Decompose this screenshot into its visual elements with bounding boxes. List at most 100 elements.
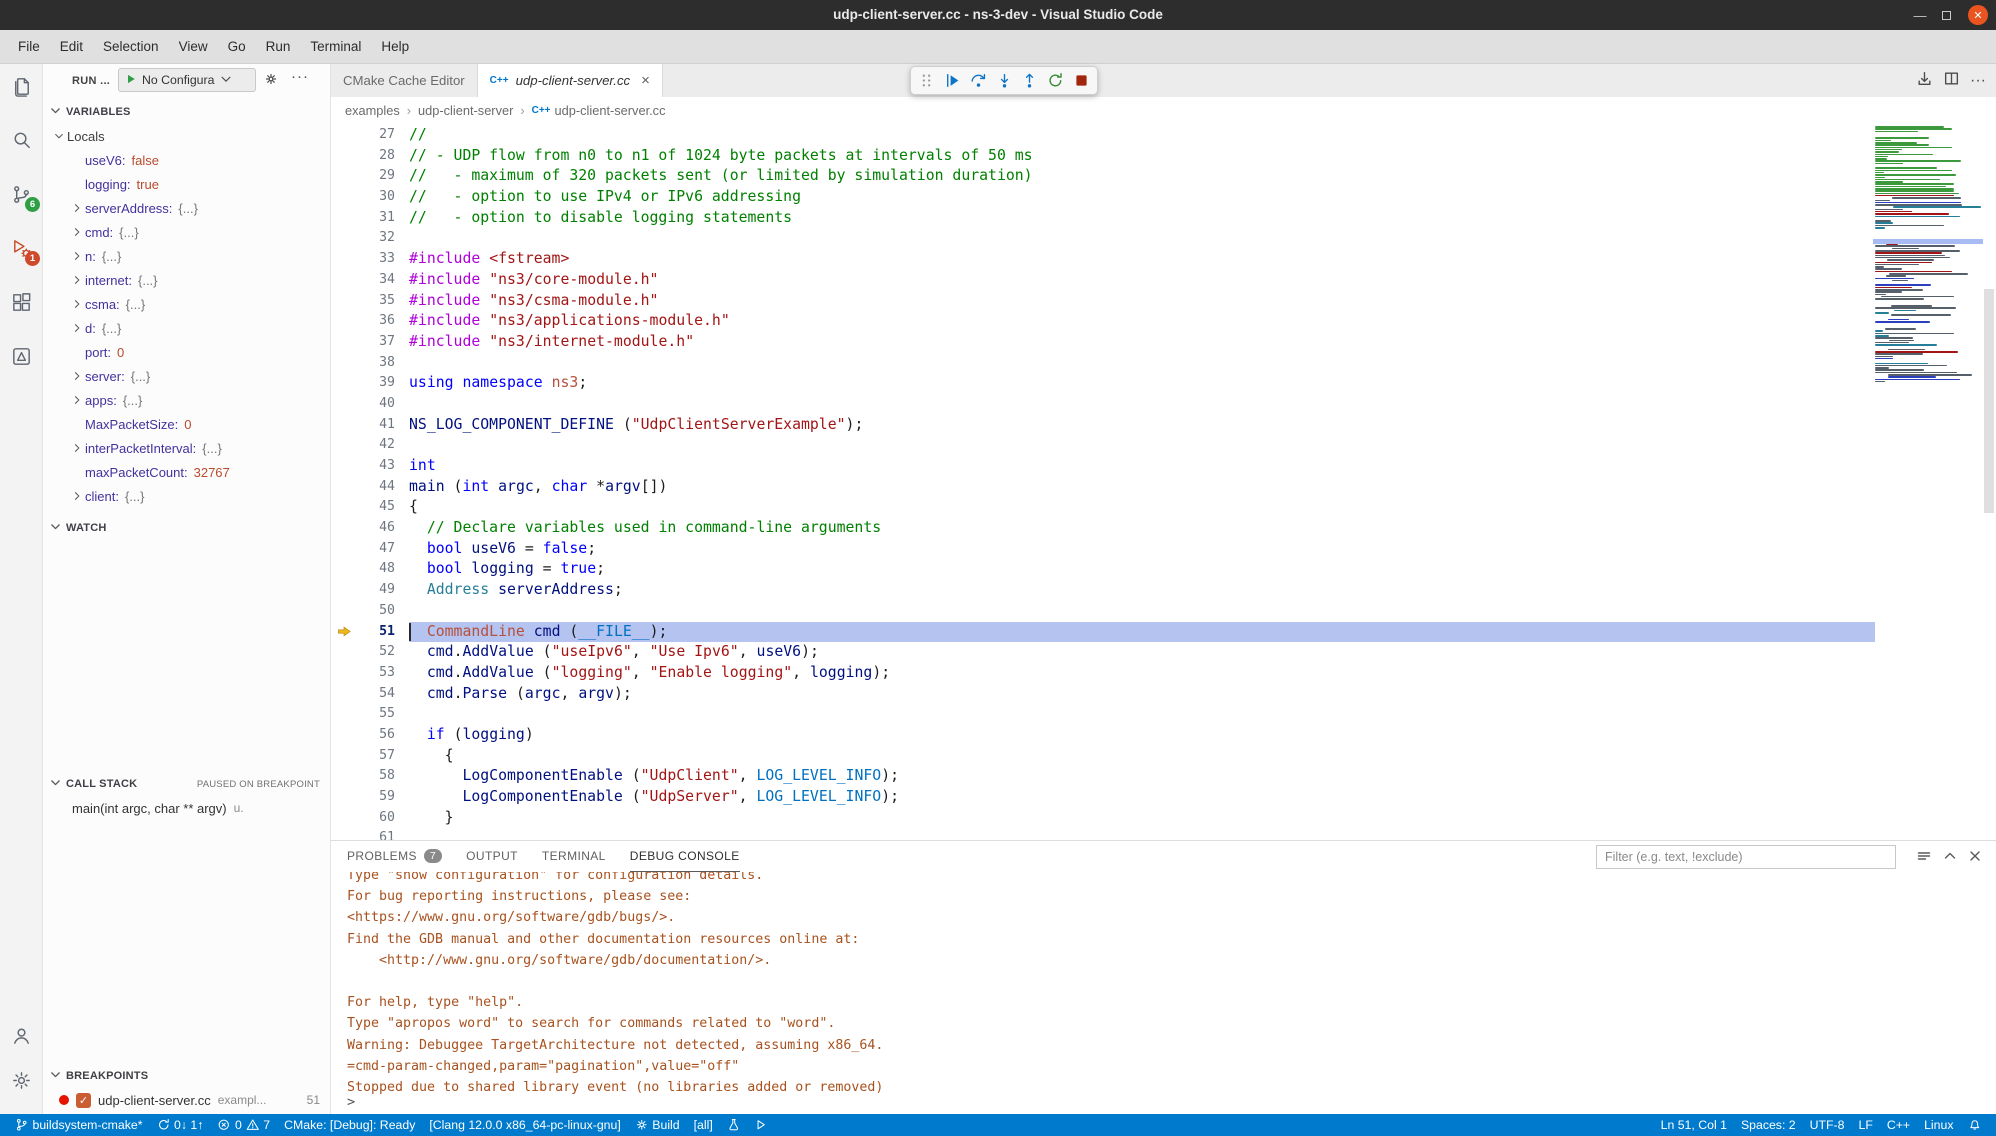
breakpoints-section-header[interactable]: BREAKPOINTS bbox=[43, 1064, 330, 1088]
code-line[interactable]: 48 bool logging = true; bbox=[331, 559, 1875, 580]
debug-console-input[interactable]: > bbox=[347, 1094, 355, 1110]
breakpoint-margin[interactable] bbox=[331, 725, 357, 746]
tab-udp-client-server-cc[interactable]: C++udp-client-server.cc× bbox=[478, 64, 663, 97]
code-line[interactable]: 40 bbox=[331, 394, 1875, 415]
status-utf-8[interactable]: UTF-8 bbox=[1803, 1114, 1852, 1136]
breakpoint-margin[interactable] bbox=[331, 311, 357, 332]
breakpoint-margin[interactable] bbox=[331, 125, 357, 146]
code-line[interactable]: 31// - option to disable logging stateme… bbox=[331, 208, 1875, 229]
breakpoint-margin[interactable] bbox=[331, 353, 357, 374]
status-ln-51-col-1[interactable]: Ln 51, Col 1 bbox=[1654, 1114, 1734, 1136]
status-bell[interactable] bbox=[1961, 1114, 1989, 1136]
code-line[interactable]: 50 bbox=[331, 601, 1875, 622]
minimize-button[interactable]: — bbox=[1910, 0, 1930, 30]
code-line[interactable]: 61 bbox=[331, 828, 1875, 840]
breakpoint-margin[interactable] bbox=[331, 808, 357, 829]
breakpoint-margin[interactable] bbox=[331, 746, 357, 767]
code-line[interactable]: 60 } bbox=[331, 808, 1875, 829]
tab-cmake-cache-editor[interactable]: CMake Cache Editor bbox=[331, 64, 478, 97]
breadcrumb-item-udp-client-server-cc[interactable]: udp-client-server.cc bbox=[555, 103, 666, 118]
code-line[interactable]: 45{ bbox=[331, 497, 1875, 518]
variable-row[interactable]: port:0 bbox=[43, 340, 330, 364]
breakpoint-margin[interactable] bbox=[331, 704, 357, 725]
close-button[interactable]: ✕ bbox=[1968, 5, 1988, 25]
status-tools[interactable]: Build bbox=[628, 1114, 687, 1136]
activity-run-and-debug[interactable]: 1 bbox=[0, 226, 42, 270]
code-line[interactable]: 52 cmd.AddValue ("useIpv6", "Use Ipv6", … bbox=[331, 642, 1875, 663]
breakpoint-margin[interactable] bbox=[331, 332, 357, 353]
status-all[interactable]: [all] bbox=[687, 1114, 720, 1136]
variable-row[interactable]: apps:{...} bbox=[43, 388, 330, 412]
breakpoint-margin[interactable] bbox=[331, 828, 357, 840]
status-beaker[interactable] bbox=[720, 1114, 748, 1136]
breakpoint-margin[interactable] bbox=[331, 208, 357, 229]
activity-explorer[interactable] bbox=[0, 64, 42, 108]
activity-cmake[interactable] bbox=[0, 334, 42, 378]
drag-handle-icon[interactable] bbox=[914, 68, 940, 94]
breakpoint-margin[interactable] bbox=[331, 766, 357, 787]
code-line[interactable]: 30// - option to use IPv4 or IPv6 addres… bbox=[331, 187, 1875, 208]
code-line[interactable]: 46 // Declare variables used in command-… bbox=[331, 518, 1875, 539]
maximize-panel-icon[interactable] bbox=[1942, 848, 1958, 869]
code-line[interactable]: 28// - UDP flow from n0 to n1 of 1024 by… bbox=[331, 146, 1875, 167]
code-editor[interactable]: 27//28// - UDP flow from n0 to n1 of 102… bbox=[331, 123, 1996, 840]
variable-row[interactable]: logging:true bbox=[43, 172, 330, 196]
menu-item-terminal[interactable]: Terminal bbox=[300, 34, 371, 60]
breakpoint-margin[interactable] bbox=[331, 456, 357, 477]
menu-item-file[interactable]: File bbox=[8, 34, 50, 60]
variable-row[interactable]: MaxPacketSize:0 bbox=[43, 412, 330, 436]
code-line[interactable]: 37#include "ns3/internet-module.h" bbox=[331, 332, 1875, 353]
breakpoint-margin[interactable] bbox=[331, 601, 357, 622]
breakpoint-margin[interactable] bbox=[331, 166, 357, 187]
activity-search[interactable] bbox=[0, 118, 42, 162]
more-actions-icon[interactable]: ··· bbox=[1970, 72, 1986, 90]
variable-row[interactable]: maxPacketCount:32767 bbox=[43, 460, 330, 484]
code-line[interactable]: 58 LogComponentEnable ("UdpClient", LOG_… bbox=[331, 766, 1875, 787]
activity-source-control[interactable]: 6 bbox=[0, 172, 42, 216]
code-line[interactable]: 56 if (logging) bbox=[331, 725, 1875, 746]
breakpoint-margin[interactable] bbox=[331, 497, 357, 518]
menu-item-help[interactable]: Help bbox=[371, 34, 419, 60]
variable-row[interactable]: csma:{...} bbox=[43, 292, 330, 316]
breakpoint-margin[interactable] bbox=[331, 270, 357, 291]
restart-button[interactable] bbox=[1043, 68, 1069, 94]
code-line[interactable]: 47 bool useV6 = false; bbox=[331, 539, 1875, 560]
breakpoint-margin[interactable] bbox=[331, 559, 357, 580]
breakpoint-margin[interactable] bbox=[331, 580, 357, 601]
step-into-button[interactable] bbox=[991, 68, 1017, 94]
variable-row[interactable]: serverAddress:{...} bbox=[43, 196, 330, 220]
menu-item-run[interactable]: Run bbox=[256, 34, 301, 60]
breakpoint-margin[interactable] bbox=[331, 187, 357, 208]
code-line[interactable]: 54 cmd.Parse (argc, argv); bbox=[331, 684, 1875, 705]
breakpoint-margin[interactable] bbox=[331, 642, 357, 663]
status-linux[interactable]: Linux bbox=[1917, 1114, 1960, 1136]
breakpoint-margin[interactable] bbox=[331, 435, 357, 456]
status-error[interactable]: 07 bbox=[210, 1114, 277, 1136]
status-c[interactable]: C++ bbox=[1880, 1114, 1917, 1136]
code-line[interactable]: 55 bbox=[331, 704, 1875, 725]
console-filter-input[interactable] bbox=[1596, 845, 1896, 869]
debug-config-dropdown[interactable]: No Configura bbox=[118, 68, 256, 92]
breakpoint-margin[interactable] bbox=[331, 228, 357, 249]
panel-tab-problems[interactable]: PROBLEMS7 bbox=[347, 841, 442, 872]
status-spaces-2[interactable]: Spaces: 2 bbox=[1734, 1114, 1803, 1136]
status-clang-12-0-0-x86-64-pc-linux-gnu[interactable]: [Clang 12.0.0 x86_64-pc-linux-gnu] bbox=[422, 1114, 627, 1136]
breakpoint-margin[interactable] bbox=[331, 518, 357, 539]
code-line[interactable]: 41NS_LOG_COMPONENT_DEFINE ("UdpClientSer… bbox=[331, 415, 1875, 436]
variable-row[interactable]: internet:{...} bbox=[43, 268, 330, 292]
stop-button[interactable] bbox=[1068, 68, 1094, 94]
code-line[interactable]: 44main (int argc, char *argv[]) bbox=[331, 477, 1875, 498]
breakpoint-margin[interactable] bbox=[331, 787, 357, 808]
close-panel-icon[interactable] bbox=[1967, 848, 1983, 869]
variable-row[interactable]: n:{...} bbox=[43, 244, 330, 268]
breakpoint-margin[interactable] bbox=[331, 539, 357, 560]
continue-button[interactable] bbox=[940, 68, 966, 94]
variable-row[interactable]: client:{...} bbox=[43, 484, 330, 508]
status-play[interactable] bbox=[747, 1114, 775, 1136]
call-stack-frame[interactable]: main(int argc, char ** argv)u. bbox=[43, 796, 330, 820]
console-menu-icon[interactable] bbox=[1916, 848, 1932, 869]
variable-row[interactable]: useV6:false bbox=[43, 148, 330, 172]
panel-tab-terminal[interactable]: TERMINAL bbox=[542, 841, 606, 872]
code-line[interactable]: 29// - maximum of 320 packets sent (or l… bbox=[331, 166, 1875, 187]
menu-item-go[interactable]: Go bbox=[218, 34, 256, 60]
